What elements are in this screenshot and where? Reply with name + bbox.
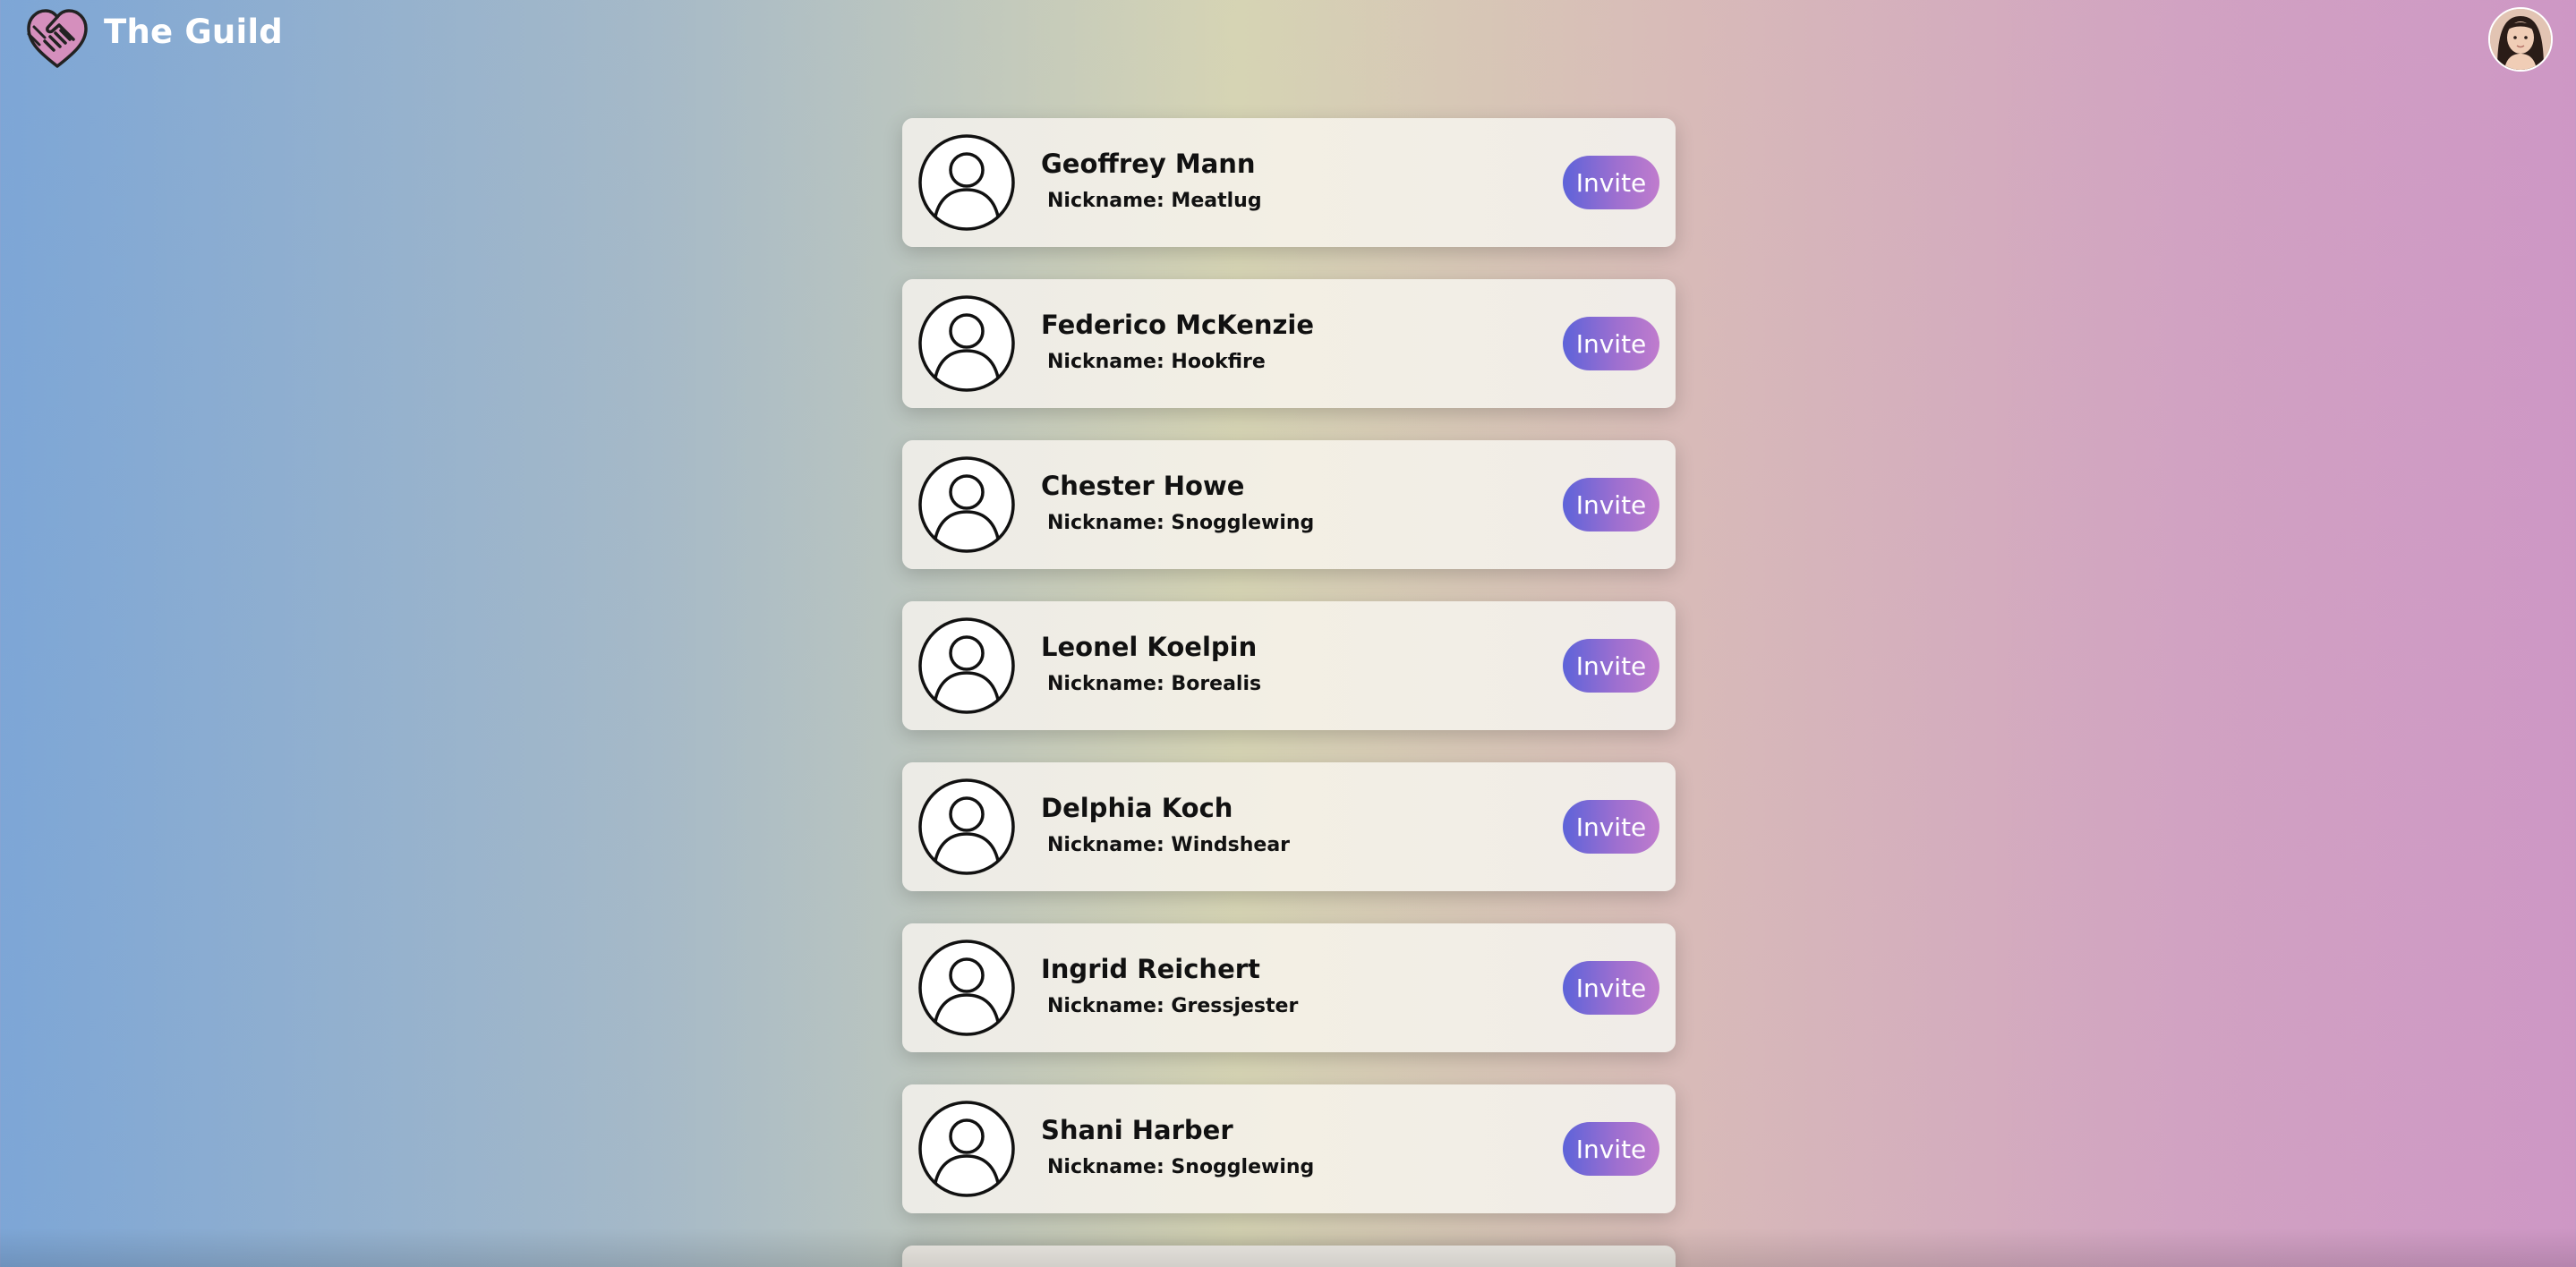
heart-handshake-icon[interactable] [23, 5, 91, 73]
profile-placeholder-icon [918, 295, 1015, 392]
member-name: Chester Howe [1041, 471, 1245, 501]
top-bar: The Guild [0, 0, 2576, 75]
member-nickname: Nickname: Hookfire [1047, 351, 1266, 373]
member-name: Ingrid Reichert [1041, 954, 1260, 984]
member-name: Shani Harber [1041, 1115, 1233, 1145]
member-card: Federico McKenzie Nickname: Hookfire Inv… [902, 279, 1676, 408]
member-card: Ingrid Reichert Nickname: Gressjester In… [902, 923, 1676, 1052]
invite-button[interactable]: Invite [1563, 961, 1659, 1015]
invite-button[interactable]: Invite [1563, 478, 1659, 531]
profile-placeholder-icon [918, 134, 1015, 231]
profile-placeholder-icon [918, 617, 1015, 714]
member-card-partial [902, 1246, 1676, 1267]
invite-button[interactable]: Invite [1563, 800, 1659, 854]
profile-placeholder-icon [918, 940, 1015, 1036]
invite-button[interactable]: Invite [1563, 156, 1659, 209]
member-card: Leonel Koelpin Nickname: Borealis Invite [902, 601, 1676, 730]
member-nickname: Nickname: Gressjester [1047, 995, 1299, 1017]
invite-button[interactable]: Invite [1563, 639, 1659, 693]
profile-placeholder-icon [918, 778, 1015, 875]
member-card: Shani Harber Nickname: Snogglewing Invit… [902, 1084, 1676, 1213]
member-name: Delphia Koch [1041, 793, 1233, 823]
member-name: Leonel Koelpin [1041, 632, 1258, 662]
member-card: Delphia Koch Nickname: Windshear Invite [902, 762, 1676, 891]
member-name: Federico McKenzie [1041, 310, 1314, 340]
member-nickname: Nickname: Borealis [1047, 673, 1262, 695]
invite-button[interactable]: Invite [1563, 317, 1659, 370]
member-card: Geoffrey Mann Nickname: Meatlug Invite [902, 118, 1676, 247]
member-nickname: Nickname: Snogglewing [1047, 512, 1315, 534]
profile-placeholder-icon [918, 1101, 1015, 1197]
member-nickname: Nickname: Windshear [1047, 834, 1291, 856]
user-avatar[interactable] [2488, 7, 2553, 72]
profile-placeholder-icon [918, 456, 1015, 553]
member-card: Chester Howe Nickname: Snogglewing Invit… [902, 440, 1676, 569]
member-nickname: Nickname: Meatlug [1047, 190, 1262, 212]
invite-button[interactable]: Invite [1563, 1122, 1659, 1176]
member-nickname: Nickname: Snogglewing [1047, 1156, 1315, 1178]
member-list: Geoffrey Mann Nickname: Meatlug Invite F… [902, 118, 1676, 1246]
app-title[interactable]: The Guild [104, 13, 283, 51]
member-name: Geoffrey Mann [1041, 149, 1256, 179]
